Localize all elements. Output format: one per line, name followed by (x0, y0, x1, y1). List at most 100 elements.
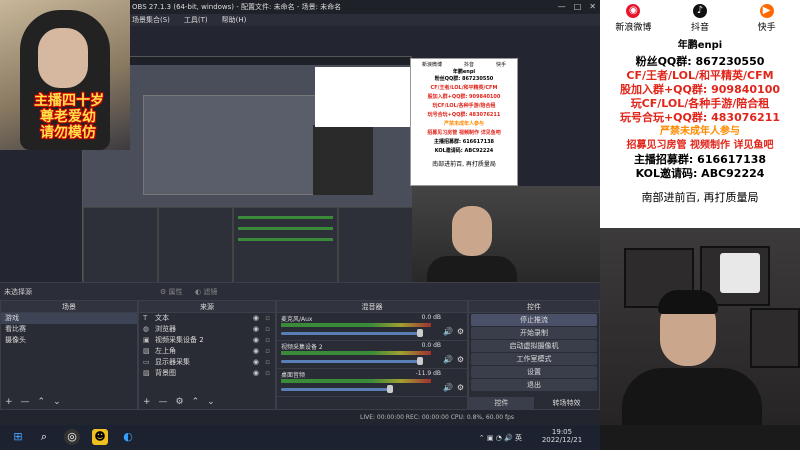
eye-icon[interactable]: ◉ (253, 368, 259, 379)
eye-icon[interactable]: ◉ (253, 324, 259, 335)
volume-meter (281, 323, 431, 327)
douyin-label: 抖音 (690, 23, 709, 33)
lock-icon[interactable]: ▫ (265, 313, 270, 324)
stop-streaming-button[interactable]: 停止推流 (471, 314, 597, 326)
remove-scene-button[interactable]: — (21, 395, 30, 409)
menu-help[interactable]: 帮助(H) (222, 14, 247, 26)
exit-button[interactable]: 退出 (471, 379, 597, 391)
clock[interactable]: 19:05 2022/12/21 (532, 428, 592, 444)
source-item[interactable]: ▨ 背景图 ◉ ▫ (139, 368, 275, 379)
scene-item[interactable]: 看比赛 (1, 324, 137, 335)
ad-line-5: 玩号合玩+QQ群: 483076211 (619, 111, 781, 124)
ad-small-line: 玩CF/LOL/各种手游/陪合租 (432, 103, 496, 109)
ad-line-8: 主播招募群: 616617138 (633, 153, 767, 166)
start-virtual-camera-button[interactable]: 启动虚拟摄像机 (471, 340, 597, 352)
controls-dock: 控件 停止推流 开始录制 启动虚拟摄像机 工作室模式 设置 退出 控件 转场特效 (468, 300, 600, 410)
source-item[interactable]: ▨ 左上角 ◉ ▫ (139, 346, 275, 357)
mixer-channel: 桌面音频 -11.9 dB 🔊 ⚙ (277, 369, 467, 397)
move-up-button[interactable]: ⌃ (192, 395, 200, 409)
monitor-icon: ▭ (143, 358, 150, 366)
ad-line-7a: 招募见习房管 (626, 140, 687, 151)
streamer-hair (658, 290, 718, 314)
lock-icon[interactable]: ▫ (265, 357, 270, 368)
studio-mode-button[interactable]: 工作室模式 (471, 353, 597, 365)
source-label: 视频采集设备 2 (155, 336, 204, 344)
shelf (750, 308, 800, 368)
ad-line-7: 招募见习房管 视频制作 详见鱼吧 (600, 139, 800, 153)
lock-icon[interactable]: ▫ (265, 324, 270, 335)
volume-slider[interactable] (281, 385, 393, 393)
settings-button[interactable]: 设置 (471, 366, 597, 378)
ad-small-line: 招募见习房管 视频制作 详见鱼吧 (427, 130, 501, 136)
ad-line-7c: 详见鱼吧 (733, 140, 774, 151)
edge-icon[interactable]: ◐ (120, 429, 136, 445)
scenes-dock: 场景 游戏 看比赛 摄像头 + — ⌃ ⌄ (0, 300, 138, 410)
mixer-channel: 视频采集设备 2 0.0 dB 🔊 ⚙ (277, 341, 467, 369)
overlay-webcam: 主播四十岁 尊老爱幼 请勿模仿 (0, 0, 130, 150)
menu-bar: 场景集合(S) 工具(T) 帮助(H) (132, 14, 246, 26)
close-button[interactable]: ✕ (589, 0, 596, 14)
browser-icon: ◍ (143, 325, 150, 333)
gear-icon[interactable]: ⚙ (457, 355, 464, 364)
eye-icon[interactable]: ◉ (253, 357, 259, 368)
clock-date: 2022/12/21 (541, 436, 583, 444)
ad-line-7b: 视频制作 (690, 140, 730, 151)
menu-scene-collection[interactable]: 场景集合(S) (132, 14, 170, 26)
minimize-button[interactable]: — (558, 0, 566, 14)
language-indicator[interactable]: 英 (515, 434, 522, 442)
tab-transitions[interactable]: 转场特效 (534, 397, 599, 409)
tab-controls[interactable]: 控件 (469, 397, 534, 409)
volume-slider[interactable] (281, 357, 423, 365)
lock-icon[interactable]: ▫ (265, 346, 270, 357)
source-label: 左上角 (155, 347, 176, 355)
move-down-button[interactable]: ⌄ (53, 395, 61, 409)
eye-icon[interactable]: ◉ (253, 346, 259, 357)
filters-button[interactable]: ◐ 滤镜 (195, 287, 217, 297)
source-item[interactable]: ▣ 视频采集设备 2 ◉ ▫ (139, 335, 275, 346)
move-down-button[interactable]: ⌄ (207, 395, 215, 409)
scene-item[interactable]: 游戏 (1, 313, 137, 324)
speaker-icon[interactable]: 🔊 (443, 327, 453, 336)
ad-line-3: 股加入群+QQ群: 909840100 (619, 83, 781, 96)
sources-dock: 来源 T 文本 ◉ ▫ ◍ 浏览器 ◉ ▫ ▣ 视频采集设备 2 ◉ ▫ ▨ 左上角 ◉ ▫ ▭ 显示器采… (138, 300, 276, 410)
lock-icon[interactable]: ▫ (265, 368, 270, 379)
lock-icon[interactable]: ▫ (265, 335, 270, 346)
gear-icon[interactable]: ⚙ (457, 327, 464, 336)
nested-titlebar (83, 57, 411, 65)
source-item[interactable]: T 文本 ◉ ▫ (139, 313, 275, 324)
eye-icon[interactable]: ◉ (253, 335, 259, 346)
obs-icon[interactable]: ◎ (64, 429, 80, 445)
sources-title: 来源 (139, 301, 275, 313)
maximize-button[interactable]: □ (574, 0, 582, 14)
source-settings-button[interactable]: ⚙ (176, 395, 184, 409)
stream-ad-panel: ◉ 新浪微博 ♪ 抖音 ▶ 快手 年鹏enpi 粉丝QQ群: 867230550 CF… (600, 0, 800, 228)
gear-icon[interactable]: ⚙ (457, 383, 464, 392)
app-icon[interactable]: ☻ (92, 429, 108, 445)
source-item[interactable]: ◍ 浏览器 ◉ ▫ (139, 324, 275, 335)
ad-small-douyin: 抖音 (463, 62, 474, 68)
speaker-icon[interactable]: 🔊 (443, 355, 453, 364)
start-recording-button[interactable]: 开始录制 (471, 327, 597, 339)
source-toolbar: 未选择源 ⚙ 属性 ◐ 滤镜 (0, 282, 600, 300)
move-up-button[interactable]: ⌃ (38, 395, 46, 409)
image-icon: ▨ (143, 347, 150, 355)
scene-item[interactable]: 摄像头 (1, 335, 137, 346)
add-source-button[interactable]: + (143, 395, 151, 409)
properties-button[interactable]: ⚙ 属性 (160, 287, 183, 297)
eye-icon[interactable]: ◉ (253, 313, 259, 324)
ad-small-line: 粉丝QQ群: 867230550 (434, 76, 494, 82)
remove-source-button[interactable]: — (159, 395, 168, 409)
speaker-icon[interactable]: 🔊 (443, 383, 453, 392)
scenes-title: 场景 (1, 301, 137, 313)
source-item[interactable]: ▭ 显示器采集 ◉ ▫ (139, 357, 275, 368)
add-scene-button[interactable]: + (5, 395, 13, 409)
volume-slider[interactable] (281, 329, 423, 337)
channel-db: 0.0 dB (421, 314, 441, 321)
search-icon[interactable]: ⌕ (36, 429, 52, 445)
sources-footer: + — ⚙ ⌃ ⌄ (139, 395, 275, 409)
tray-icons[interactable]: ⌃ ▣ ◔ 🔊 英 (479, 433, 522, 443)
properties-label: 属性 (168, 288, 183, 296)
overlay-line-3: 请勿模仿 (40, 125, 96, 141)
windows-start-icon[interactable]: ⊞ (10, 429, 26, 445)
menu-tools[interactable]: 工具(T) (184, 14, 208, 26)
